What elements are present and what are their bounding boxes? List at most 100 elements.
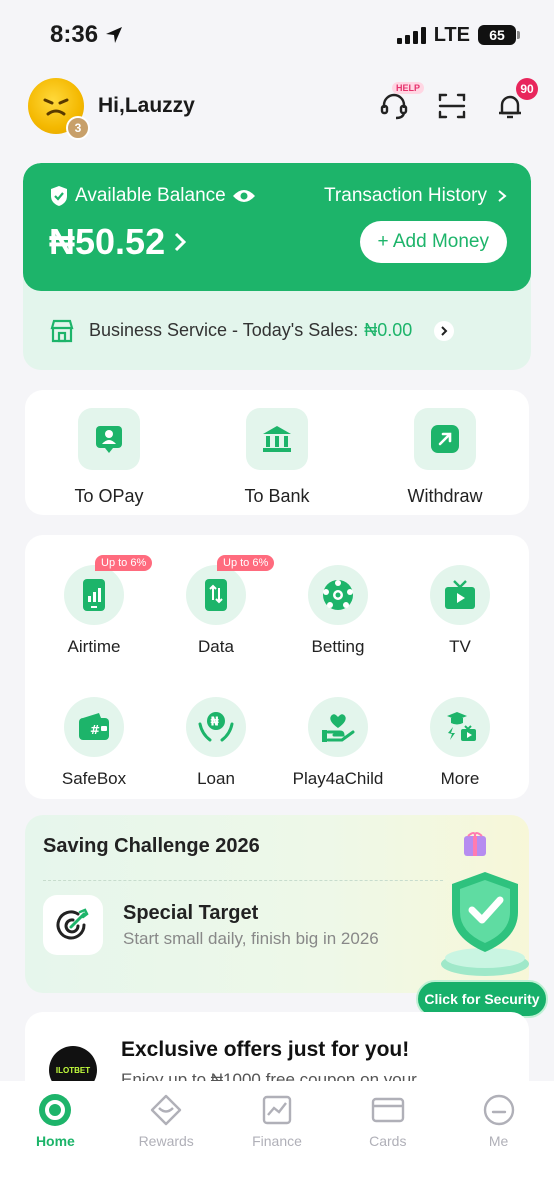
balance-amount[interactable]: ₦50.52	[49, 221, 187, 263]
phone-signal-icon	[64, 565, 124, 625]
user-card-icon	[78, 408, 140, 470]
card-icon	[371, 1093, 405, 1127]
data-label: Data	[198, 637, 234, 656]
business-service-text: Business Service - Today's Sales:	[89, 320, 359, 340]
help-button[interactable]: HELP	[378, 82, 424, 122]
tab-finance[interactable]: Finance	[227, 1093, 327, 1199]
tv-icon	[430, 565, 490, 625]
status-bar: 8:36 LTE 65	[0, 0, 554, 70]
chevron-right-icon	[434, 320, 455, 341]
to-opay-button[interactable]: To OPay	[39, 408, 179, 515]
loan-hands-icon: ₦	[186, 697, 246, 757]
eye-icon[interactable]	[232, 188, 256, 204]
betting-label: Betting	[311, 637, 365, 656]
signal-icon	[396, 26, 426, 44]
tab-cards[interactable]: Cards	[338, 1093, 438, 1199]
battery-icon: 65	[478, 25, 520, 45]
more-label: More	[440, 769, 480, 788]
rewards-icon	[149, 1093, 183, 1127]
scan-button[interactable]	[436, 90, 468, 122]
svg-text:₦: ₦	[211, 715, 220, 729]
location-arrow-icon	[106, 27, 123, 43]
tab-rewards-label: Rewards	[138, 1133, 194, 1149]
transfer-card: To OPay To Bank Withdraw	[25, 390, 529, 515]
loan-button[interactable]: ₦ Loan	[155, 697, 277, 799]
help-tag: HELP	[391, 82, 424, 94]
discount-badge: Up to 6%	[95, 555, 153, 571]
security-shield-illustration[interactable]	[430, 832, 540, 982]
play4achild-button[interactable]: Play4aChild	[277, 697, 399, 799]
loan-label: Loan	[197, 769, 235, 788]
to-bank-button[interactable]: To Bank	[207, 408, 347, 515]
withdraw-label: Withdraw	[407, 486, 483, 506]
tab-finance-label: Finance	[252, 1133, 302, 1149]
to-bank-label: To Bank	[244, 486, 310, 506]
greeting-text: Hi,Lauzzy	[98, 94, 195, 117]
header-actions: HELP 90	[378, 78, 538, 122]
special-target-subtitle: Start small daily, finish big in 2026	[123, 928, 379, 948]
level-badge: 3	[66, 116, 90, 140]
status-indicators: LTE 65	[396, 23, 520, 47]
transaction-history-text: Transaction History	[324, 185, 487, 206]
data-transfer-icon	[186, 565, 246, 625]
business-service-row[interactable]: Business Service - Today's Sales: ₦0.00	[23, 291, 531, 370]
shield-check-icon	[51, 186, 67, 206]
add-money-button[interactable]: + Add Money	[359, 221, 507, 263]
wallet-icon: #	[64, 697, 124, 757]
avatar[interactable]: 3	[28, 78, 90, 140]
store-icon	[50, 319, 74, 342]
airtime-button[interactable]: Up to 6% Airtime	[33, 555, 155, 667]
notifications-button[interactable]: 90	[494, 78, 538, 122]
withdraw-button[interactable]: Withdraw	[375, 408, 515, 515]
services-grid: Up to 6% Airtime Up to 6% Data Betting T…	[25, 535, 529, 799]
tab-home[interactable]: Home	[5, 1093, 105, 1199]
safebox-button[interactable]: # SafeBox	[33, 697, 155, 799]
soccer-ball-icon	[308, 565, 368, 625]
status-time: 8:36	[50, 21, 124, 49]
divider	[43, 880, 443, 881]
transaction-history-link[interactable]: Transaction History	[324, 185, 507, 207]
balance-amount-text: ₦50.52	[49, 221, 166, 262]
special-target-title: Special Target	[123, 901, 259, 924]
business-sales-amount: ₦0.00	[364, 320, 413, 340]
balance-label-text: Available Balance	[75, 185, 226, 206]
chevron-right-icon	[498, 190, 507, 202]
heart-hand-icon	[308, 697, 368, 757]
offer-title: Exclusive offers just for you!	[121, 1038, 410, 1061]
home-icon	[38, 1093, 72, 1127]
tv-button[interactable]: TV	[399, 565, 521, 667]
headset-icon	[380, 93, 408, 120]
battery-level: 65	[489, 27, 505, 43]
network-type: LTE	[433, 23, 470, 46]
play4achild-label: Play4aChild	[292, 769, 384, 788]
tab-me[interactable]: Me	[449, 1093, 549, 1199]
notification-count: 90	[516, 78, 538, 100]
time-text: 8:36	[50, 21, 99, 48]
balance-label: Available Balance	[49, 185, 256, 207]
data-button[interactable]: Up to 6% Data	[155, 555, 277, 667]
profile-icon	[482, 1093, 516, 1127]
tab-cards-label: Cards	[369, 1133, 407, 1149]
to-opay-label: To OPay	[74, 486, 144, 506]
balance-card: Available Balance Transaction History ₦5…	[23, 163, 531, 370]
more-button[interactable]: More	[399, 697, 521, 799]
discount-badge: Up to 6%	[217, 555, 275, 571]
withdraw-icon	[414, 408, 476, 470]
betting-button[interactable]: Betting	[277, 565, 399, 667]
tv-label: TV	[449, 637, 471, 656]
chevron-right-icon	[175, 232, 187, 252]
bottom-tab-bar: Home Rewards Finance Cards Me	[0, 1081, 554, 1199]
safebox-label: SafeBox	[61, 769, 127, 788]
target-icon	[43, 895, 103, 955]
svg-text:#: #	[90, 723, 100, 737]
more-apps-icon	[430, 697, 490, 757]
airtime-label: Airtime	[67, 637, 121, 656]
tab-me-label: Me	[488, 1133, 509, 1149]
finance-icon	[260, 1093, 294, 1127]
tab-home-label: Home	[35, 1133, 75, 1149]
balance-panel: Available Balance Transaction History ₦5…	[23, 163, 531, 291]
scan-icon	[438, 93, 466, 119]
bank-icon	[246, 408, 308, 470]
tab-rewards[interactable]: Rewards	[116, 1093, 216, 1199]
shield-icon	[441, 832, 529, 976]
